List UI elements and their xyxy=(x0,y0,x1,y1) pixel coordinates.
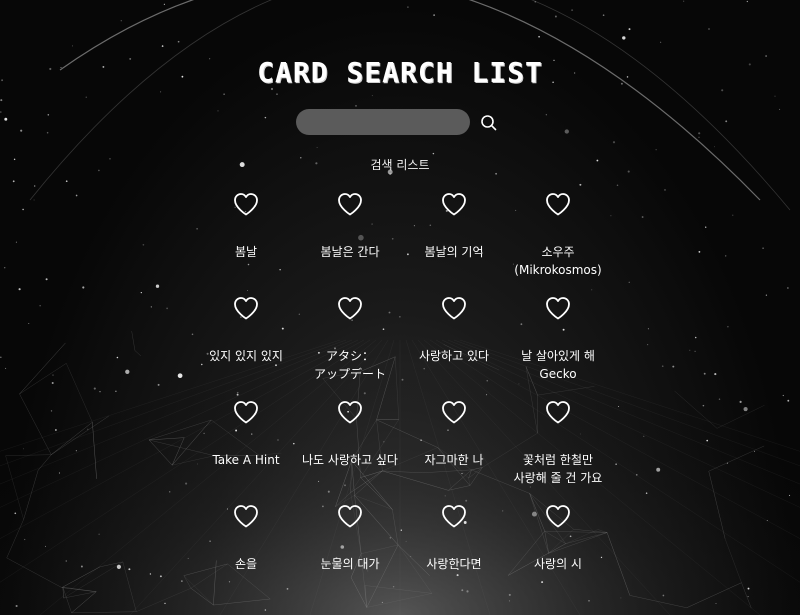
card-item[interactable]: 나도 사랑하고 싶다 xyxy=(298,394,402,498)
card-item[interactable]: 있지 있지 있지 xyxy=(194,290,298,394)
heart-icon[interactable] xyxy=(440,502,468,530)
card-title: 사랑하고 있다 xyxy=(418,349,490,363)
card-title: 사랑한다면 xyxy=(426,557,482,571)
card-title: 봄날은 간다 xyxy=(320,245,380,259)
card-item[interactable]: 봄날은 간다 xyxy=(298,186,402,290)
card-title: 나도 사랑하고 싶다 xyxy=(302,453,398,467)
card-item[interactable]: 봄날 xyxy=(194,186,298,290)
card-title: 날 살아있게 해 Gecko xyxy=(521,349,595,381)
card-title: 꽃처럼 한철만 사랑해 줄 건 가요 xyxy=(513,453,603,485)
search-input[interactable] xyxy=(296,109,470,135)
heart-icon[interactable] xyxy=(440,294,468,322)
card-item[interactable]: 눈물의 대가 xyxy=(298,498,402,602)
card-title: 봄날 xyxy=(234,245,258,259)
card-item[interactable]: アタシ：アップデート xyxy=(298,290,402,394)
card-item[interactable]: 봄날의 기억 xyxy=(402,186,506,290)
page-title: CARD SEARCH LIST xyxy=(257,56,543,89)
card-title: Take A Hint xyxy=(212,453,280,467)
card-title: 손을 xyxy=(234,557,258,571)
search-list-label: 검색 리스트 xyxy=(370,158,430,172)
heart-icon[interactable] xyxy=(440,398,468,426)
card-item[interactable]: Take A Hint xyxy=(194,394,298,498)
card-title: アタシ：アップデート xyxy=(313,349,386,381)
card-title: 사랑의 시 xyxy=(534,557,582,571)
card-item[interactable]: 사랑의 시 xyxy=(506,498,610,602)
card-title: 소우주 (Mikrokosmos) xyxy=(514,245,602,277)
card-item[interactable]: 자그마한 나 xyxy=(402,394,506,498)
heart-icon[interactable] xyxy=(336,294,364,322)
heart-icon[interactable] xyxy=(232,502,260,530)
card-grid: 봄날 봄날은 간다 봄날의 기억 소우주 (Mikrokosmos) 있지 있지 있지 ア… xyxy=(194,186,610,602)
heart-icon[interactable] xyxy=(544,190,572,218)
card-title: 눈물의 대가 xyxy=(320,557,380,571)
card-item[interactable]: 꽃처럼 한철만 사랑해 줄 건 가요 xyxy=(506,394,610,498)
heart-icon[interactable] xyxy=(232,190,260,218)
card-item[interactable]: 날 살아있게 해 Gecko xyxy=(506,290,610,394)
page: CARD SEARCH LIST 검색 리스트 봄날 봄날은 간다 봄날의 기억 소우… xyxy=(0,0,800,615)
card-item[interactable]: 손을 xyxy=(194,498,298,602)
card-title: 자그마한 나 xyxy=(424,453,484,467)
search-icon[interactable] xyxy=(479,113,499,133)
heart-icon[interactable] xyxy=(232,294,260,322)
heart-icon[interactable] xyxy=(336,190,364,218)
heart-icon[interactable] xyxy=(440,190,468,218)
card-item[interactable]: 사랑한다면 xyxy=(402,498,506,602)
heart-icon[interactable] xyxy=(544,502,572,530)
card-item[interactable]: 소우주 (Mikrokosmos) xyxy=(506,186,610,290)
heart-icon[interactable] xyxy=(544,398,572,426)
heart-icon[interactable] xyxy=(544,294,572,322)
search-bar xyxy=(296,109,506,137)
heart-icon[interactable] xyxy=(232,398,260,426)
heart-icon[interactable] xyxy=(336,502,364,530)
heart-icon[interactable] xyxy=(336,398,364,426)
card-title: 봄날의 기억 xyxy=(424,245,484,259)
card-title: 있지 있지 있지 xyxy=(209,349,283,363)
card-item[interactable]: 사랑하고 있다 xyxy=(402,290,506,394)
